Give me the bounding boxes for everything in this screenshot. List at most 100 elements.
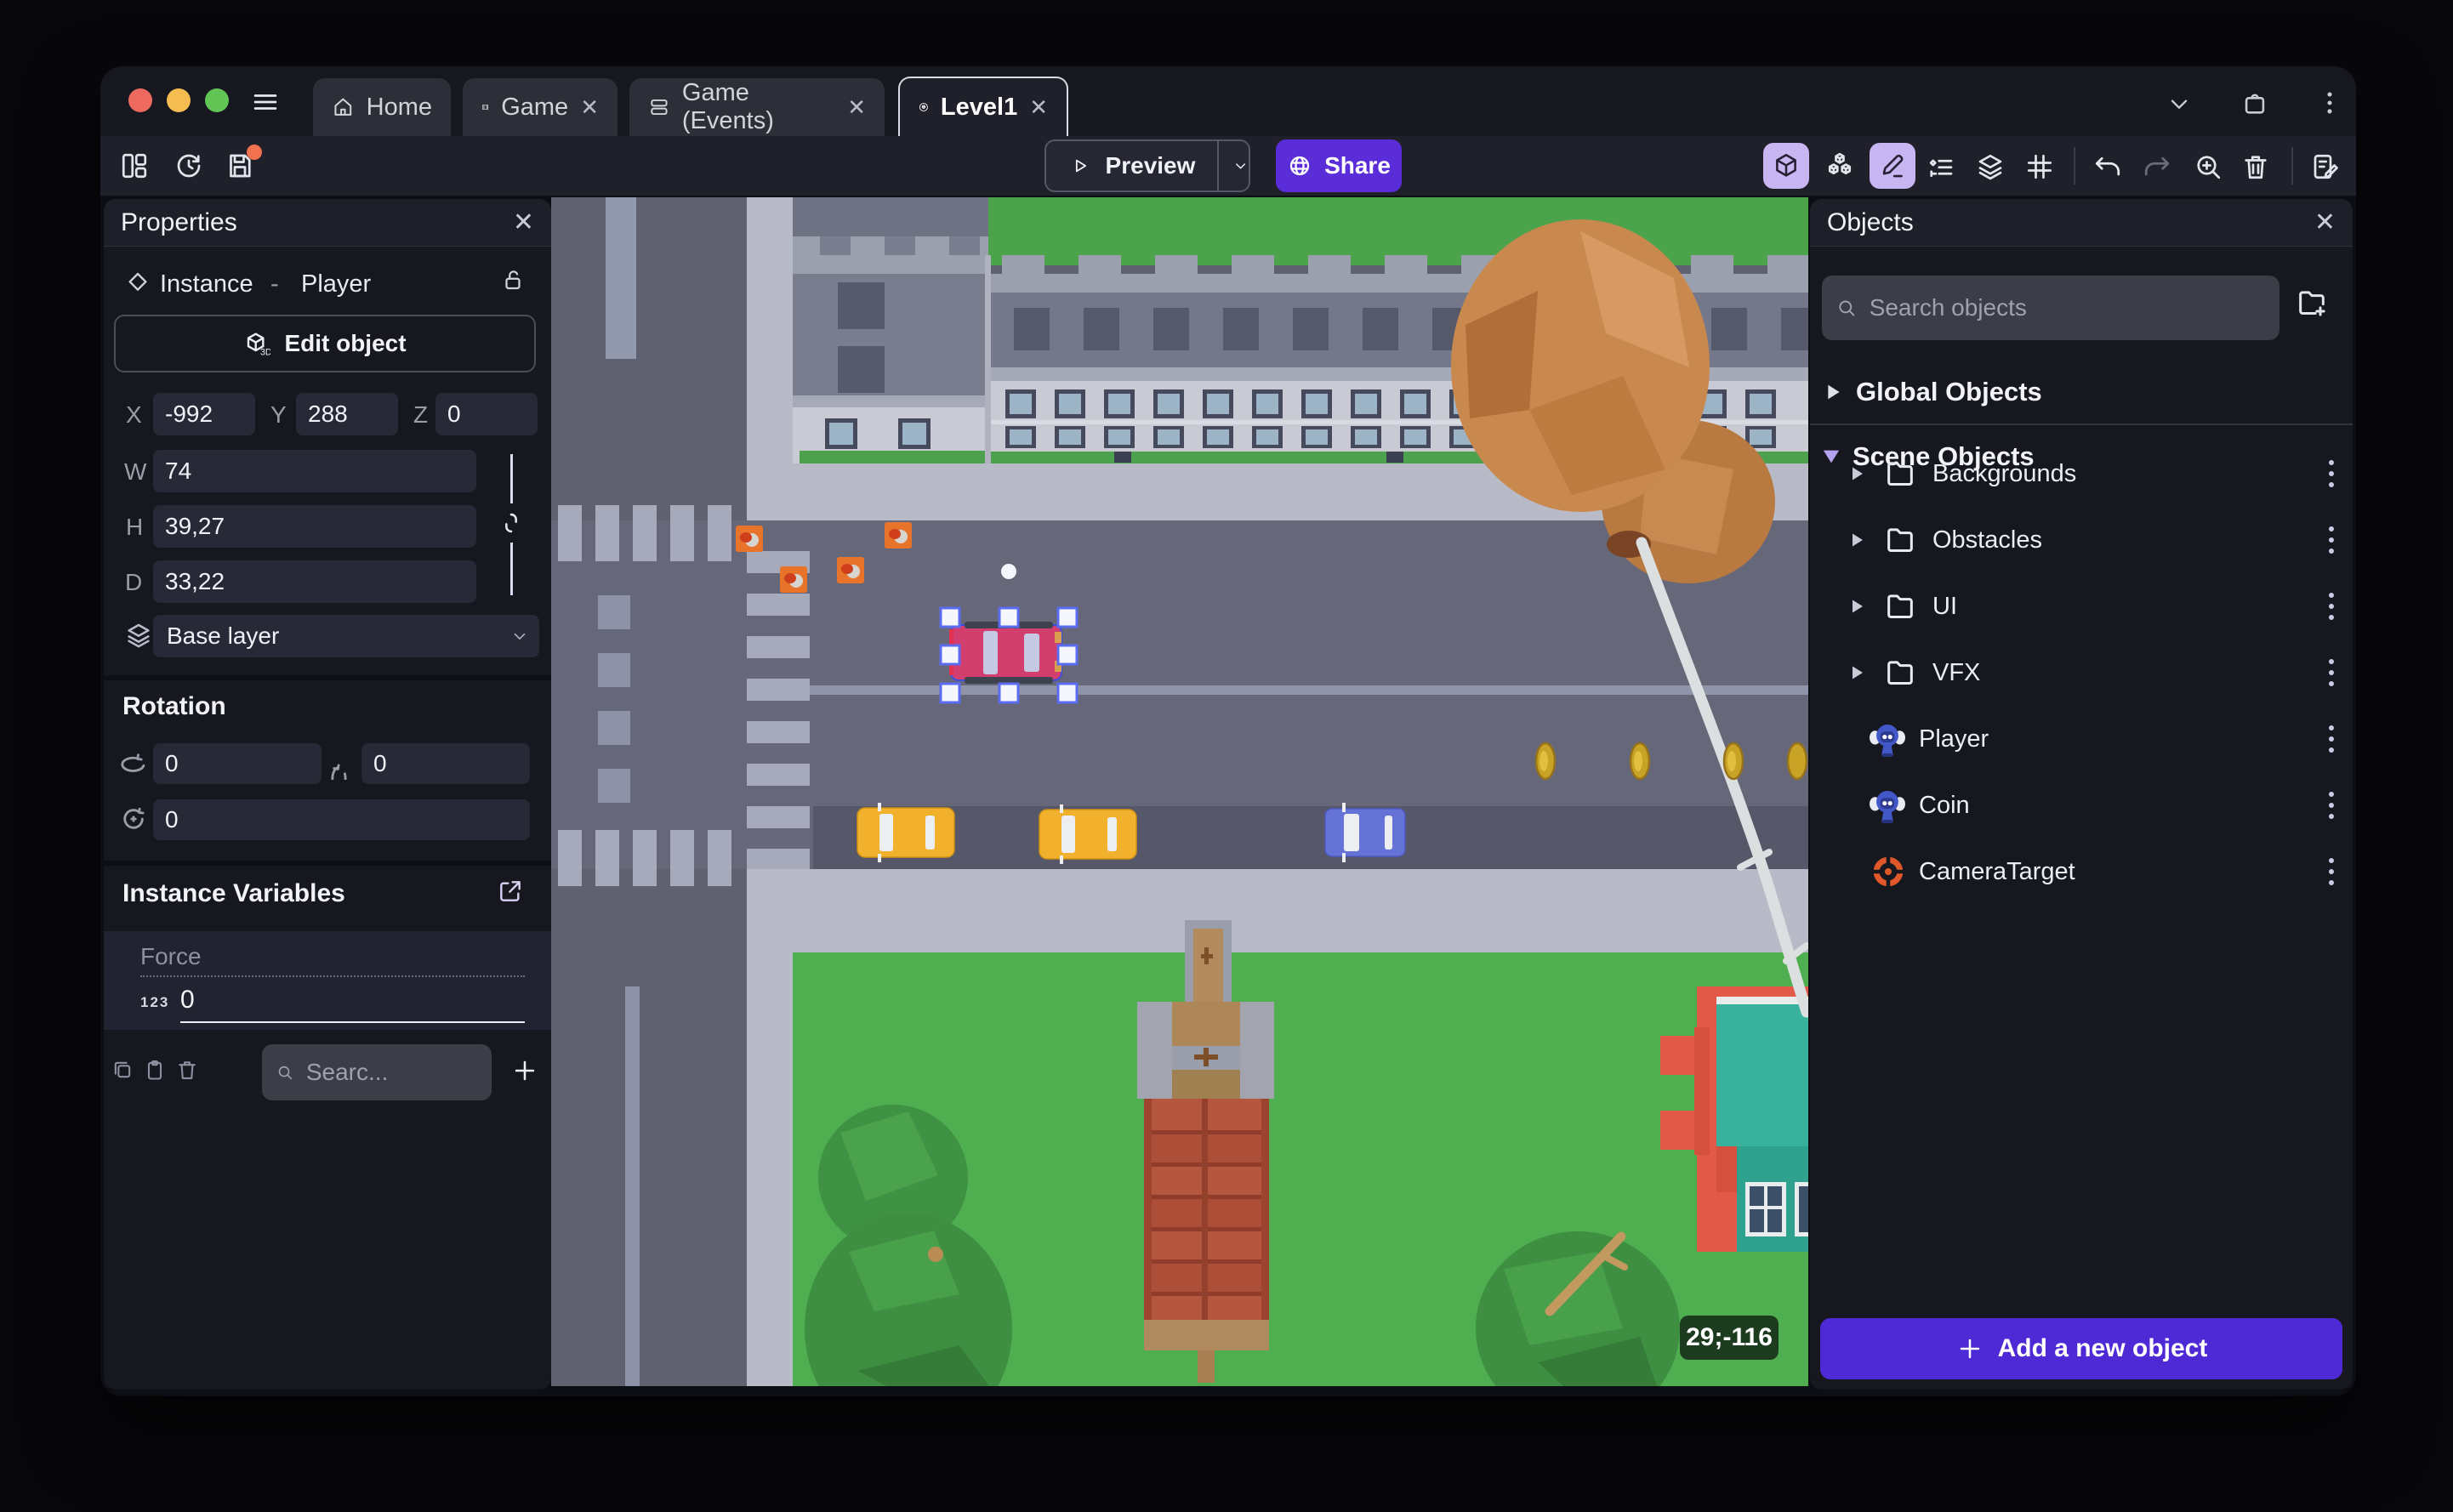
row-menu-icon[interactable] — [2329, 659, 2334, 686]
preview-options-chevron-icon[interactable] — [1232, 155, 1249, 177]
undo-icon[interactable] — [2092, 151, 2123, 182]
chevron-right-icon[interactable] — [1851, 532, 1864, 548]
globe-icon — [1289, 156, 1310, 176]
macos-zoom-button[interactable] — [205, 88, 229, 112]
variable-value[interactable]: 0 — [180, 986, 195, 1015]
object-folder-obstacles[interactable]: Obstacles — [1810, 507, 2353, 573]
add-variable-icon[interactable] — [510, 1056, 539, 1085]
preview-label: Preview — [1105, 152, 1196, 179]
extensions-icon[interactable] — [2240, 88, 2269, 117]
object-item-player[interactable]: Player — [1810, 706, 2353, 772]
tab-label: Game — [501, 93, 569, 121]
object-folder-ui[interactable]: UI — [1810, 573, 2353, 639]
tab-label: Home — [366, 93, 432, 121]
trash-icon[interactable] — [2240, 151, 2271, 182]
tool-edit-active[interactable] — [1870, 143, 1915, 189]
row-menu-icon[interactable] — [2329, 792, 2334, 819]
z-field[interactable] — [435, 393, 538, 435]
z-label: Z — [413, 401, 429, 428]
car-yellow[interactable] — [857, 803, 955, 862]
tool-objects[interactable] — [1817, 143, 1863, 189]
variables-search-input[interactable] — [304, 1058, 478, 1087]
y-field[interactable] — [296, 393, 398, 435]
h-field[interactable] — [153, 505, 476, 548]
layout-panels-icon[interactable] — [119, 151, 150, 181]
open-external-icon[interactable] — [497, 878, 524, 905]
object-item-cameratarget[interactable]: CameraTarget — [1810, 838, 2353, 905]
tab-game-events[interactable]: Game (Events) ✕ — [629, 78, 885, 136]
notes-edit-icon[interactable] — [2310, 151, 2341, 182]
hamburger-menu-icon[interactable] — [250, 87, 281, 117]
edit-object-button[interactable]: 3D Edit object — [114, 315, 536, 372]
history-icon[interactable] — [174, 151, 204, 181]
chevron-right-icon[interactable] — [1851, 466, 1864, 481]
rotation-handle[interactable] — [1001, 564, 1016, 579]
titlebar: Home Game ✕ Game (Events) ✕ Level1 ✕ — [100, 66, 2356, 136]
chevron-right-icon[interactable] — [1851, 599, 1864, 614]
object-folder-backgrounds[interactable]: Backgrounds — [1810, 441, 2353, 507]
instance-list-icon[interactable] — [1926, 151, 1956, 182]
objects-search[interactable] — [1822, 276, 2279, 340]
tab-label: Game (Events) — [681, 79, 774, 134]
chevron-right-icon[interactable] — [1851, 665, 1864, 680]
tool-3d-view-active[interactable] — [1763, 143, 1809, 189]
unlock-icon[interactable] — [500, 267, 526, 293]
row-menu-icon[interactable] — [2329, 858, 2334, 885]
layer-select[interactable]: Base layer — [153, 615, 539, 657]
edit-object-cube-icon: 3D — [248, 333, 270, 357]
tab-home[interactable]: Home — [313, 78, 451, 136]
scene-editor-canvas[interactable]: 29;-116 — [551, 197, 1808, 1386]
close-icon[interactable]: ✕ — [513, 209, 534, 236]
grid-icon[interactable] — [2024, 151, 2055, 182]
folder-icon — [1887, 462, 1913, 486]
row-menu-icon[interactable] — [2329, 593, 2334, 620]
preview-button-group[interactable]: Preview — [1044, 139, 1250, 192]
rotation-x-field[interactable] — [153, 743, 322, 784]
add-folder-icon[interactable] — [2295, 286, 2329, 320]
kebab-menu-icon[interactable] — [2315, 88, 2344, 117]
row-menu-icon[interactable] — [2329, 526, 2334, 554]
link-dimensions-icon[interactable] — [497, 509, 526, 537]
zoom-in-icon[interactable] — [2193, 151, 2223, 182]
trash-icon[interactable] — [175, 1058, 199, 1082]
car-blue[interactable] — [1324, 803, 1406, 862]
row-menu-icon[interactable] — [2329, 725, 2334, 753]
variable-name: Force — [140, 943, 202, 969]
share-button[interactable]: Share — [1276, 139, 1402, 192]
copy-icon[interactable] — [111, 1058, 134, 1082]
paste-icon[interactable] — [143, 1058, 167, 1082]
rotation-y-field[interactable] — [361, 743, 530, 784]
group-label: Global Objects — [1856, 377, 2042, 406]
chevron-down-icon[interactable] — [2166, 90, 2193, 117]
tab-level1[interactable]: Level1 ✕ — [898, 77, 1068, 136]
redo-icon[interactable] — [2142, 151, 2172, 182]
car-yellow[interactable] — [1039, 804, 1137, 864]
tab-close-icon[interactable]: ✕ — [580, 96, 599, 118]
d-field[interactable] — [153, 560, 476, 603]
x-field[interactable] — [153, 393, 255, 435]
variable-row[interactable]: Force 123 0 — [104, 931, 551, 1030]
layers-icon[interactable] — [1975, 151, 2006, 182]
film-icon — [482, 104, 489, 111]
properties-title: Properties — [121, 207, 237, 236]
scene-icon — [919, 103, 928, 111]
variables-search[interactable] — [262, 1044, 492, 1100]
player-instance-selected[interactable] — [949, 622, 1062, 684]
variable-value-underline — [180, 1021, 525, 1023]
global-objects-group[interactable]: Global Objects — [1810, 369, 2353, 415]
close-icon[interactable]: ✕ — [2314, 209, 2336, 236]
object-folder-vfx[interactable]: VFX — [1810, 639, 2353, 706]
object-item-coin[interactable]: Coin — [1810, 772, 2353, 838]
w-field[interactable] — [153, 450, 476, 492]
rotation-z-field[interactable] — [153, 799, 530, 840]
add-new-object-button[interactable]: Add a new object — [1820, 1318, 2342, 1379]
macos-close-button[interactable] — [128, 88, 152, 112]
objects-title: Objects — [1827, 207, 1914, 236]
macos-minimize-button[interactable] — [167, 88, 191, 112]
objects-search-input[interactable] — [1867, 293, 2266, 322]
tab-close-icon[interactable]: ✕ — [847, 96, 866, 118]
tab-game[interactable]: Game ✕ — [463, 78, 618, 136]
row-menu-icon[interactable] — [2329, 460, 2334, 487]
monkey-sprite-icon — [1870, 791, 1905, 823]
tab-close-icon[interactable]: ✕ — [1029, 96, 1048, 118]
